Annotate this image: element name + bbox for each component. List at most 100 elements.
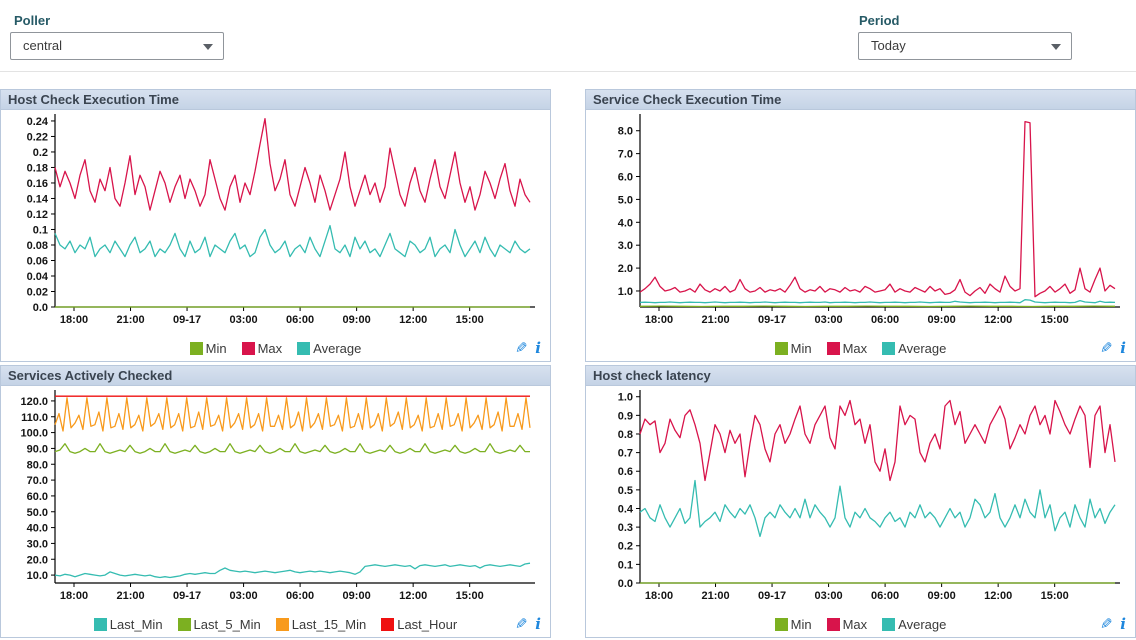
legend-label: Max (258, 341, 283, 356)
y-axis-tick-label: 50.0 (27, 507, 48, 519)
filter-bar: Poller central Period Today (0, 0, 1136, 72)
y-axis-tick-label: 6.0 (618, 172, 633, 184)
legend-swatch (775, 342, 788, 355)
y-axis-tick-label: 120.0 (20, 396, 48, 408)
x-axis-tick-label: 15:00 (456, 314, 484, 326)
edit-pencil-icon[interactable]: ✎ (515, 339, 528, 357)
y-axis-tick-label: 0.1 (33, 224, 48, 236)
legend-item-last_15_min: Last_15_Min (276, 617, 366, 632)
series-max-line (640, 401, 1115, 481)
y-axis-tick-label: 0.2 (618, 541, 633, 553)
x-axis-tick-label: 09:00 (343, 314, 371, 326)
legend-label: Max (843, 617, 868, 632)
y-axis-tick-label: 0.1 (618, 559, 633, 571)
chart-panel-host-check-latency: Host check latency 0.00.10.20.30.40.50.6… (585, 365, 1136, 638)
x-axis-tick-label: 12:00 (984, 314, 1012, 326)
y-axis-tick-label: 40.0 (27, 523, 48, 535)
x-axis-tick-label: 06:00 (871, 314, 899, 326)
legend-item-average: Average (882, 617, 946, 632)
poller-label: Poller (14, 13, 50, 28)
chart-title: Services Actively Checked (1, 366, 550, 386)
series-last_5_min-line (55, 444, 530, 454)
chevron-down-icon (1051, 44, 1061, 50)
chart-legend: Min Max Average (1, 338, 550, 358)
x-axis-tick-label: 06:00 (286, 590, 314, 602)
info-icon[interactable]: i (535, 339, 541, 357)
y-axis-tick-label: 20.0 (27, 554, 48, 566)
legend-item-max: Max (827, 341, 868, 356)
x-axis-tick-label: 09:00 (343, 590, 371, 602)
legend-item-min: Min (190, 341, 227, 356)
legend-swatch (276, 618, 289, 631)
y-axis-tick-label: 0.7 (618, 448, 633, 460)
x-axis-tick-label: 09:00 (928, 314, 956, 326)
legend-swatch (827, 342, 840, 355)
legend-item-max: Max (242, 341, 283, 356)
legend-swatch (775, 618, 788, 631)
legend-item-min: Min (775, 341, 812, 356)
y-axis-tick-label: 0.24 (27, 116, 49, 128)
period-label: Period (859, 13, 899, 28)
legend-swatch (882, 342, 895, 355)
y-axis-tick-label: 110.0 (21, 412, 48, 424)
x-axis-tick-label: 06:00 (286, 314, 314, 326)
legend-item-min: Min (775, 617, 812, 632)
legend-item-last_min: Last_Min (94, 617, 163, 632)
series-average-line (640, 481, 1115, 537)
line-chart: 0.00.10.20.30.40.50.60.70.80.91.018:0021… (590, 388, 1127, 614)
y-axis-tick-label: 0.02 (27, 286, 48, 298)
series-max-line (55, 119, 530, 211)
legend-label: Last_15_Min (292, 617, 366, 632)
y-axis-tick-label: 0.5 (618, 485, 633, 497)
info-icon[interactable]: i (1120, 615, 1126, 633)
legend-swatch (297, 342, 310, 355)
legend-swatch (94, 618, 107, 631)
chart-footer: Min Max Average ✎ i (1, 338, 550, 358)
x-axis-tick-label: 12:00 (984, 590, 1012, 602)
y-axis-tick-label: 0.08 (27, 240, 48, 252)
info-icon[interactable]: i (1120, 339, 1126, 357)
y-axis-tick-label: 0.22 (27, 131, 48, 143)
line-chart: 0.00.020.040.060.080.10.120.140.160.180.… (5, 112, 542, 338)
period-select[interactable]: Today (858, 32, 1072, 60)
x-axis-tick-label: 12:00 (399, 314, 427, 326)
y-axis-tick-label: 80.0 (27, 459, 48, 471)
y-axis-tick-label: 0.6 (618, 466, 633, 478)
y-axis-tick-label: 0.16 (27, 178, 48, 190)
y-axis-tick-label: 60.0 (27, 491, 48, 503)
legend-label: Last_Min (110, 617, 163, 632)
series-average-line (55, 226, 530, 257)
legend-label: Max (843, 341, 868, 356)
x-axis-tick-label: 09-17 (758, 590, 786, 602)
chart-legend: Last_Min Last_5_Min Last_15_Min Last_Hour (1, 614, 550, 634)
line-chart: 10.020.030.040.050.060.070.080.090.0100.… (5, 388, 542, 614)
edit-pencil-icon[interactable]: ✎ (1100, 339, 1113, 357)
chart-footer: Min Max Average ✎ i (586, 614, 1135, 634)
chart-title: Host Check Execution Time (1, 90, 550, 110)
y-axis-tick-label: 3.0 (618, 240, 633, 252)
legend-label: Average (313, 341, 361, 356)
legend-label: Last_Hour (397, 617, 457, 632)
poller-select[interactable]: central (10, 32, 224, 60)
info-icon[interactable]: i (535, 615, 541, 633)
x-axis-tick-label: 18:00 (645, 314, 673, 326)
legend-item-last_5_min: Last_5_Min (178, 617, 261, 632)
legend-label: Average (898, 617, 946, 632)
legend-swatch (827, 618, 840, 631)
legend-label: Average (898, 341, 946, 356)
edit-pencil-icon[interactable]: ✎ (1100, 615, 1113, 633)
y-axis-tick-label: 1.0 (618, 286, 633, 298)
y-axis-tick-label: 0.3 (618, 522, 633, 534)
x-axis-tick-label: 21:00 (116, 590, 144, 602)
chart-footer: Last_Min Last_5_Min Last_15_Min Last_Hour ✎… (1, 614, 550, 634)
poller-selected-value: central (23, 38, 62, 53)
chart-actions: ✎ i (1100, 614, 1126, 634)
y-axis-tick-label: 30.0 (27, 538, 48, 550)
y-axis-tick-label: 0.0 (618, 578, 633, 590)
y-axis-tick-label: 0.9 (618, 410, 633, 422)
y-axis-tick-label: 0.0 (33, 302, 48, 314)
edit-pencil-icon[interactable]: ✎ (515, 615, 528, 633)
legend-swatch (190, 342, 203, 355)
legend-swatch (381, 618, 394, 631)
chart-title: Host check latency (586, 366, 1135, 386)
